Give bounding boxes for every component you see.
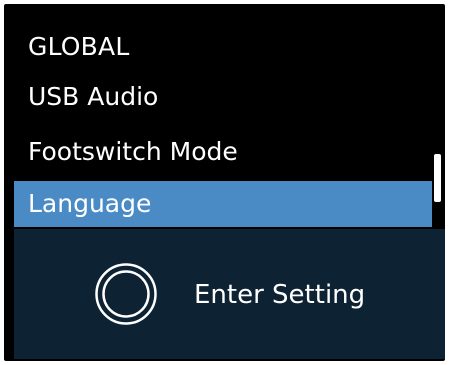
menu-item-language[interactable]: Language — [14, 181, 432, 227]
knob-press-icon — [95, 263, 157, 325]
action-hint-panel: Enter Setting — [14, 229, 445, 359]
menu-item-footswitch-mode[interactable]: Footswitch Mode — [14, 129, 432, 175]
menu-title: GLOBAL — [28, 32, 130, 61]
enter-setting-label: Enter Setting — [194, 280, 366, 310]
device-screen: GLOBAL USB Audio Footswitch Mode Languag… — [14, 14, 445, 359]
scrollbar[interactable] — [434, 154, 442, 206]
menu-item-usb-audio[interactable]: USB Audio — [14, 74, 432, 120]
device-frame: GLOBAL USB Audio Footswitch Mode Languag… — [4, 4, 445, 361]
scrollbar-thumb[interactable] — [434, 154, 441, 202]
